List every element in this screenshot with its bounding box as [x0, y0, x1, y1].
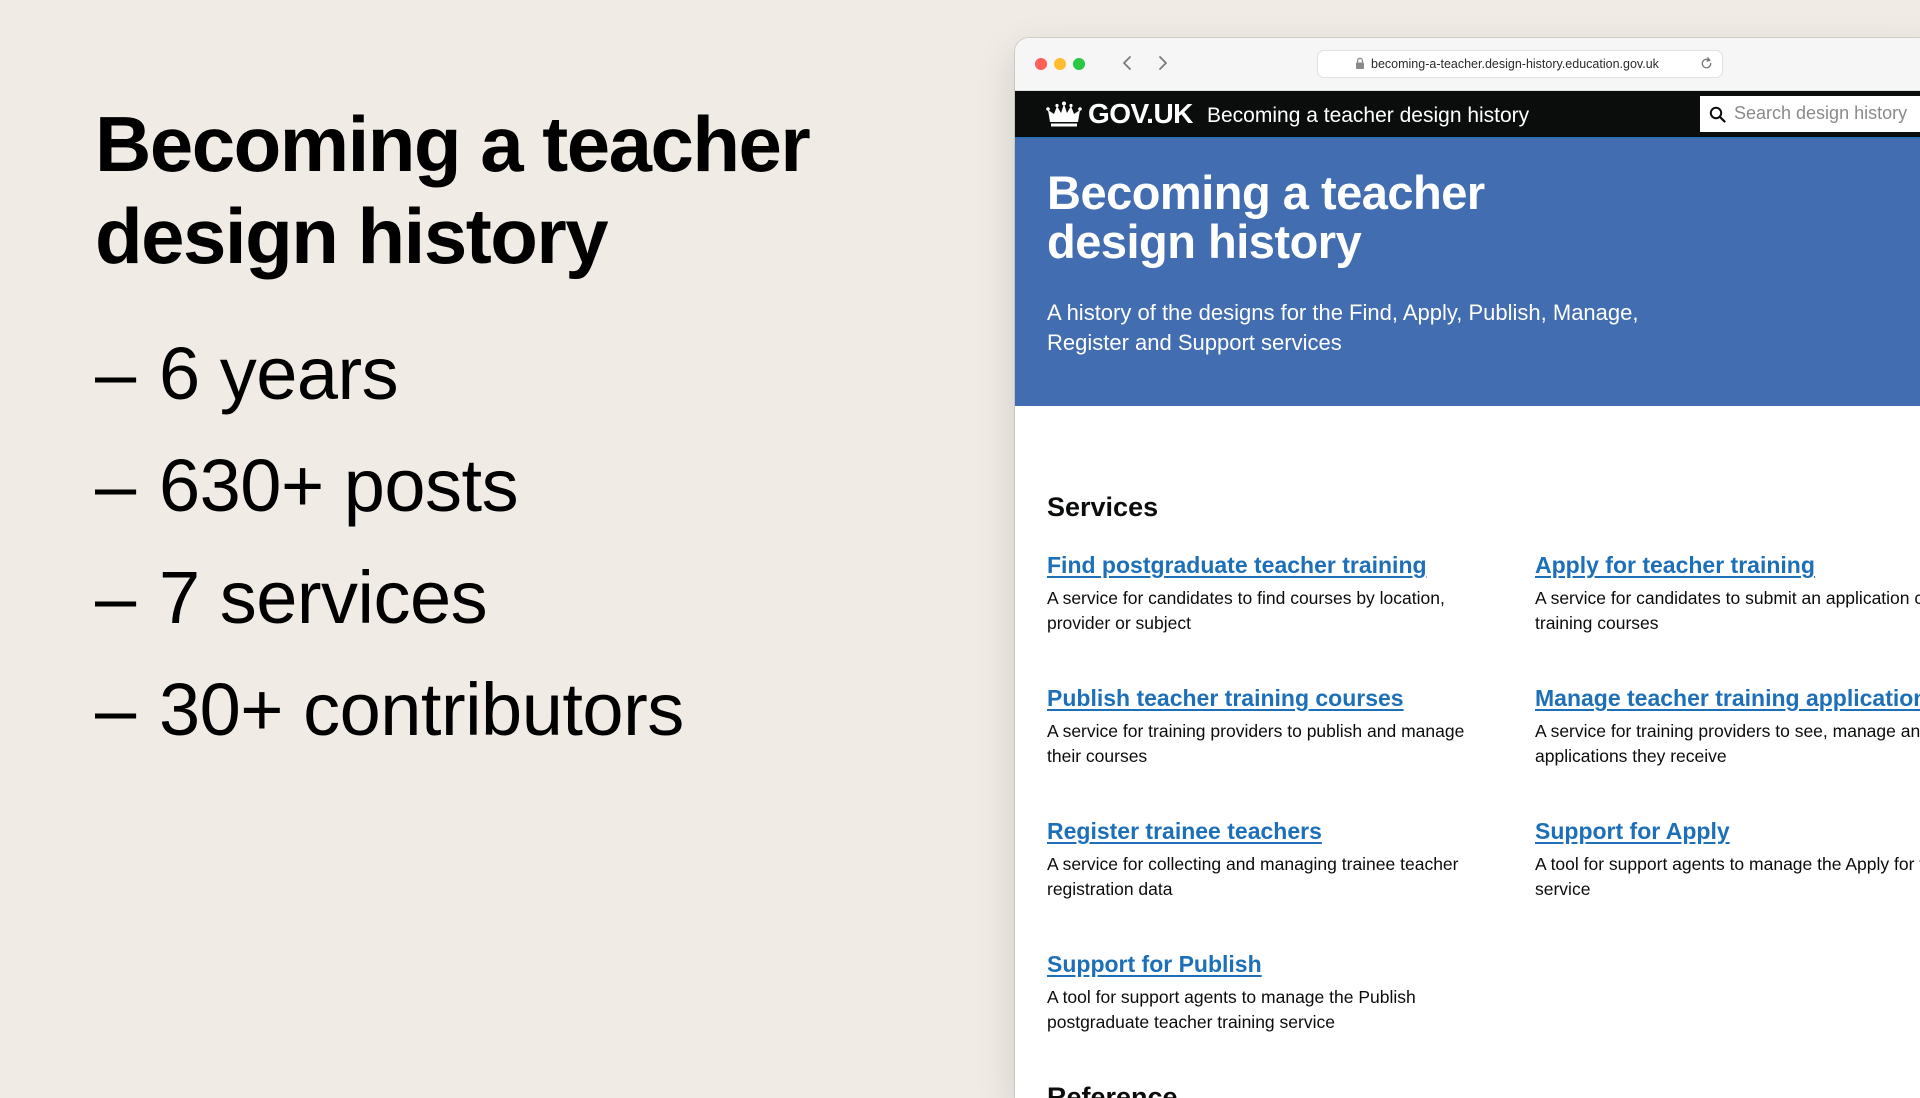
service-description: A service for candidates to submit an ap… — [1535, 588, 1920, 633]
reference-heading: Reference — [1047, 1082, 1178, 1098]
govuk-header: GOV.UK Becoming a teacher design history… — [1015, 91, 1920, 138]
service-card-apply: Apply for teacher training A service for… — [1535, 550, 1920, 636]
service-link-support-apply[interactable]: Support for Apply — [1535, 816, 1920, 846]
service-link-manage[interactable]: Manage teacher training applications — [1535, 683, 1920, 713]
service-link-support-publish[interactable]: Support for Publish — [1047, 949, 1527, 979]
browser-toolbar: becoming-a-teacher.design-history.educat… — [1015, 38, 1920, 91]
service-description: A service for training providers to see,… — [1535, 721, 1920, 766]
hero-banner: Becoming a teacher design history A hist… — [1015, 138, 1920, 406]
service-description: A service for collecting and managing tr… — [1047, 854, 1459, 899]
service-link-find[interactable]: Find postgraduate teacher training — [1047, 550, 1527, 580]
chevron-right-icon — [1159, 56, 1167, 70]
services-heading: Services — [1047, 492, 1159, 522]
stats-list: –6 years –630+ posts –7 services –30+ co… — [95, 318, 684, 766]
reload-icon[interactable] — [1699, 56, 1714, 71]
stat-posts: –630+ posts — [95, 444, 519, 527]
search-icon — [1709, 106, 1726, 123]
service-link-publish[interactable]: Publish teacher training courses — [1047, 683, 1527, 713]
service-card-support-publish: Support for Publish A tool for support a… — [1047, 949, 1527, 1035]
service-description: A service for candidates to find courses… — [1047, 588, 1445, 633]
search-placeholder: Search design history — [1734, 103, 1908, 123]
crown-icon — [1046, 101, 1082, 127]
service-name-link[interactable]: Becoming a teacher design history — [1207, 102, 1529, 130]
url-text: becoming-a-teacher.design-history.educat… — [1371, 57, 1659, 71]
minimize-window-button[interactable] — [1054, 58, 1066, 70]
browser-window: becoming-a-teacher.design-history.educat… — [1015, 38, 1920, 1098]
forward-button[interactable] — [1149, 49, 1175, 77]
service-description: A tool for support agents to manage the … — [1535, 854, 1920, 899]
lock-icon — [1356, 57, 1364, 69]
service-link-register[interactable]: Register trainee teachers — [1047, 816, 1527, 846]
stat-services: –7 services — [95, 556, 488, 639]
service-card-find: Find postgraduate teacher training A ser… — [1047, 550, 1527, 636]
service-card-publish: Publish teacher training courses A servi… — [1047, 683, 1527, 769]
address-bar[interactable]: becoming-a-teacher.design-history.educat… — [1317, 50, 1723, 78]
service-card-register: Register trainee teachers A service for … — [1047, 816, 1527, 902]
service-card-support-apply: Support for Apply A tool for support age… — [1535, 816, 1920, 902]
chevron-left-icon — [1123, 56, 1131, 70]
govuk-logo[interactable]: GOV.UK — [1088, 98, 1193, 130]
slide-title: Becoming a teacher design history — [95, 100, 811, 280]
service-link-apply[interactable]: Apply for teacher training — [1535, 550, 1920, 580]
maximize-window-button[interactable] — [1073, 58, 1085, 70]
service-description: A tool for support agents to manage the … — [1047, 987, 1416, 1032]
service-card-manage: Manage teacher training applications A s… — [1535, 683, 1920, 769]
stat-contributors: –30+ contributors — [95, 668, 684, 751]
search-input[interactable]: Search design history — [1698, 94, 1920, 134]
back-button[interactable] — [1115, 49, 1141, 77]
close-window-button[interactable] — [1035, 58, 1047, 70]
service-description: A service for training providers to publ… — [1047, 721, 1465, 766]
page-title: Becoming a teacher design history — [1047, 166, 1485, 268]
page-description: A history of the designs for the Find, A… — [1047, 300, 1639, 355]
stat-years: –6 years — [95, 332, 399, 415]
